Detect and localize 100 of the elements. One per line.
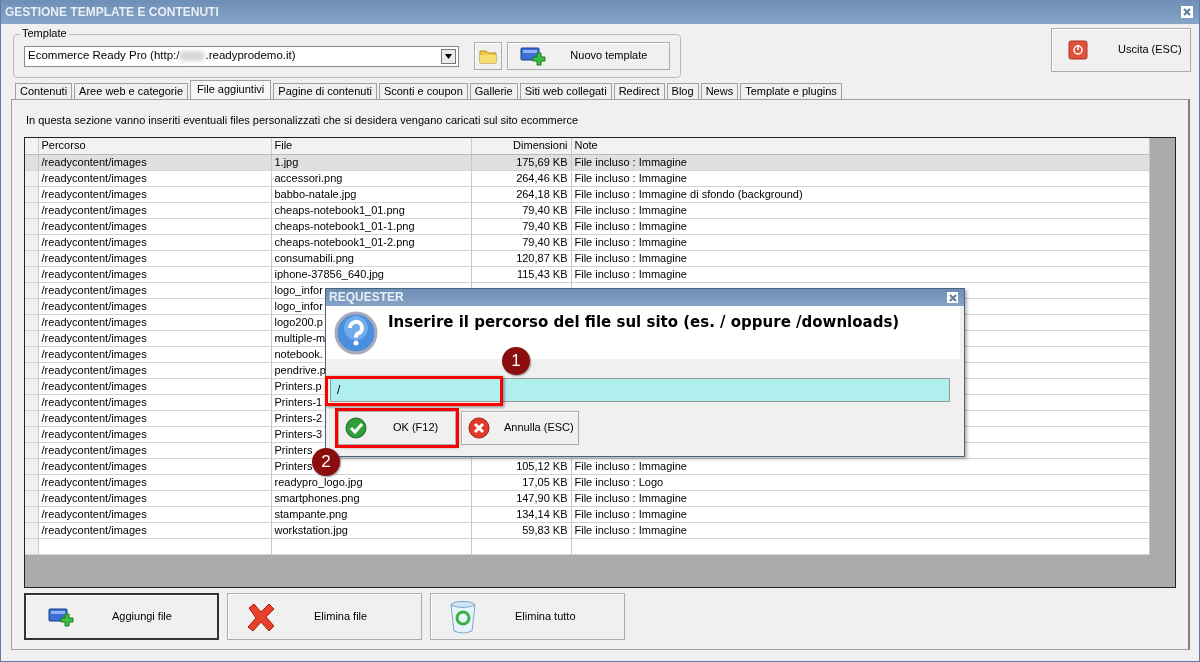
table-cell: /readycontent/images [38,314,271,331]
monitor-plus-icon [48,606,74,627]
table-cell: File incluso : Immagine [571,218,1149,235]
table-cell: File incluso : Immagine [571,266,1149,283]
table-cell: File incluso : Logo [571,474,1149,491]
table-cell: /readycontent/images [38,362,271,379]
table-row[interactable]: /readycontent/images cheaps-notebook1_01-1.png 79,40 KB File incluso : Immagine [25,218,1149,235]
exit-button[interactable]: Uscita (ESC) [1051,28,1191,72]
new-template-button[interactable]: Nuovo template [507,42,670,70]
template-dropdown[interactable]: Ecommerce Ready Pro (http:/ .readyprodemo.it) [24,45,459,67]
cancel-button[interactable]: Annulla (ESC) [461,411,579,445]
tab[interactable]: Sconti e coupon [378,83,468,99]
table-row[interactable]: /readycontent/images consumabili.png 120,87 KB File incluso : Immagine [25,250,1149,267]
tab[interactable]: Pagine di contenuti [273,83,377,99]
redacted-blur [179,51,206,61]
table-cell: /readycontent/images [38,506,271,523]
info-text: In questa sezione vanno inseriti eventuali files personalizzati che si desidera vengano caricati sul sito ecommerce [26,114,580,128]
table-cell: /readycontent/images [38,250,271,267]
table-cell: 134,14 KB [471,506,571,523]
check-icon [345,417,367,439]
caret-icon [445,53,452,59]
close-icon[interactable] [1181,6,1193,18]
table-cell: 120,87 KB [471,250,571,267]
table-cell: 79,40 KB [471,234,571,251]
table-cell: File incluso : Immagine [571,234,1149,251]
table-cell: cheaps-notebook1_01-1.png [271,218,471,235]
folder-button[interactable] [474,42,503,70]
column-header[interactable]: Note [571,138,1149,155]
tab[interactable]: Siti web collegati [519,83,612,99]
table-cell: consumabili.png [271,250,471,267]
table-cell: /readycontent/images [38,474,271,491]
table-cell: File incluso : Immagine [571,202,1149,219]
delete-all-button[interactable]: Elimina tutto [430,593,625,641]
table-cell: 105,12 KB [471,458,571,475]
table-row[interactable]: /readycontent/images stampante.png 134,14 KB File incluso : Immagine [25,506,1149,523]
table-row[interactable]: /readycontent/images readypro_logo.jpg 17,05 KB File incluso : Logo [25,474,1149,491]
table-cell: iphone-37856_640.jpg [271,266,471,283]
table-cell: File incluso : Immagine di sfondo (background) [571,186,1149,203]
delete-file-button[interactable]: Elimina file [227,593,422,641]
path-input-field[interactable]: / [330,378,950,402]
table-cell: 264,18 KB [471,186,571,203]
table-cell: /readycontent/images [38,410,271,427]
monitor-plus-icon [520,46,547,66]
table-cell: File incluso : Immagine [571,458,1149,475]
tab[interactable]: Redirect [613,83,665,99]
table-cell: /readycontent/images [38,266,271,283]
table-row[interactable]: /readycontent/images 1.jpg 175,69 KB File incluso : Immagine [25,154,1149,171]
table-cell: File incluso : Immagine [571,490,1149,507]
table-row[interactable]: /readycontent/images workstation.jpg 59,83 KB File incluso : Immagine [25,522,1149,539]
ok-button[interactable]: OK (F12) [338,411,456,445]
table-cell: cheaps-notebook1_01.png [271,202,471,219]
table-cell: /readycontent/images [38,442,271,459]
recycle-bin-icon [449,599,477,634]
table-cell: 115,43 KB [471,266,571,283]
column-header[interactable]: Percorso [38,138,271,155]
table-cell: File incluso : Immagine [571,522,1149,539]
tab[interactable]: Blog [666,83,699,99]
table-cell: 147,90 KB [471,490,571,507]
table-cell: /readycontent/images [38,426,271,443]
table-row[interactable]: /readycontent/images cheaps-notebook1_01-2.png 79,40 KB File incluso : Immagine [25,234,1149,251]
table-cell: /readycontent/images [38,218,271,235]
column-header[interactable]: Dimensioni [471,138,571,155]
table-row[interactable]: /readycontent/images babbo-natale.jpg 264,18 KB File incluso : Immagine di sfondo (background) [25,186,1149,203]
tab[interactable]: Aree web e categorie [74,83,189,99]
table-cell: /readycontent/images [38,378,271,395]
table-cell: workstation.jpg [271,522,471,539]
table-row[interactable]: /readycontent/images iphone-37856_640.jpg 115,43 KB File incluso : Immagine [25,266,1149,283]
tab[interactable]: File aggiuntivi [190,80,272,99]
table-cell: babbo-natale.jpg [271,186,471,203]
table-cell: /readycontent/images [38,186,271,203]
group-legend: Template [20,27,69,41]
table-cell: /readycontent/images [38,330,271,347]
table-cell: 79,40 KB [471,202,571,219]
table-cell: /readycontent/images [38,202,271,219]
table-cell: smartphones.png [271,490,471,507]
tab[interactable]: Gallerie [469,83,518,99]
table-row[interactable]: /readycontent/images accessori.png 264,46 KB File incluso : Immagine [25,170,1149,187]
table-cell: File incluso : Immagine [571,506,1149,523]
tab[interactable]: Template e plugins [740,83,842,99]
folder-icon [479,48,498,64]
tab[interactable]: Contenuti [15,83,73,99]
add-file-button[interactable]: Aggiungi file [24,593,219,641]
tab[interactable]: News [700,83,739,99]
table-cell: File incluso : Immagine [571,170,1149,187]
table-cell: stampante.png [271,506,471,523]
table-cell: cheaps-notebook1_01-2.png [271,234,471,251]
table-cell: /readycontent/images [38,234,271,251]
table-cell: /readycontent/images [38,394,271,411]
window-title: GESTIONE TEMPLATE E CONTENUTI [5,4,219,20]
close-icon[interactable] [947,292,958,303]
table-cell: 17,05 KB [471,474,571,491]
table-row[interactable]: /readycontent/images smartphones.png 147,90 KB File incluso : Immagine [25,490,1149,507]
table-cell: /readycontent/images [38,346,271,363]
table-cell: /readycontent/images [38,522,271,539]
table-row[interactable]: /readycontent/images cheaps-notebook1_01.png 79,40 KB File incluso : Immagine [25,202,1149,219]
table-cell: readypro_logo.jpg [271,474,471,491]
table-cell: accessori.png [271,170,471,187]
question-icon [334,311,378,354]
column-header[interactable]: File [271,138,471,155]
table-cell: 79,40 KB [471,218,571,235]
